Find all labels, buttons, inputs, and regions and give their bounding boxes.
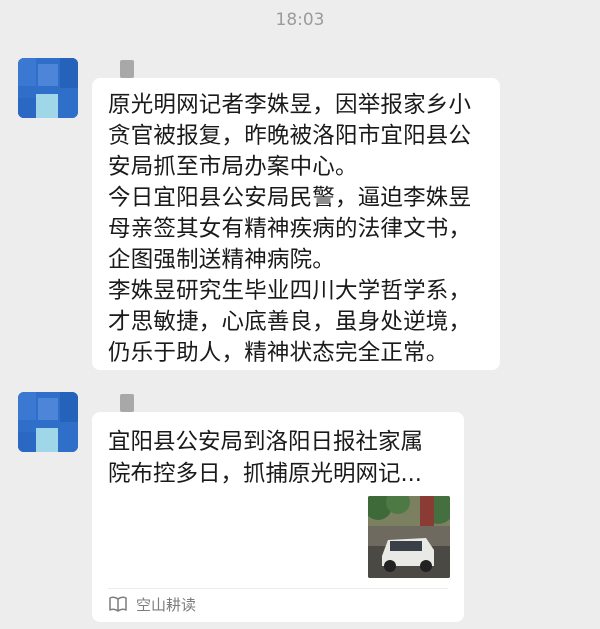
message-bubble-text[interactable]: 原光明网记者李姝昱，因举报家乡小贪官被报复，昨晚被洛阳市宜阳县公安局抓至市局办案… xyxy=(92,78,500,370)
link-card-thumbnail xyxy=(368,496,450,578)
sender-avatar[interactable] xyxy=(18,58,78,118)
message-paragraph-3: 李姝昱研究生毕业四川大学哲学系，才思敏捷，心底善良，虽身处逆境，仍乐于助人，精神… xyxy=(108,278,472,366)
link-card-source-label: 空山耕读 xyxy=(136,595,197,614)
link-card[interactable]: 宜阳县公安局到洛阳日报社家属院布控多日，抓捕原光明网记... 空山耕读 xyxy=(92,412,464,622)
book-open-icon xyxy=(108,595,128,613)
sender-name-redacted xyxy=(120,60,134,78)
message-paragraph-2: 今日宜阳县公安局民警，逼迫李姝昱母亲签其女有精神疾病的法律文书，企图强制送精神病… xyxy=(108,185,472,273)
chat-timestamp: 18:03 xyxy=(275,10,325,30)
sender-avatar[interactable] xyxy=(18,392,78,452)
message-paragraph-1: 原光明网记者李姝昱，因举报家乡小贪官被报复，昨晚被洛阳市宜阳县公安局抓至市局办案… xyxy=(108,92,472,180)
link-card-source[interactable]: 空山耕读 xyxy=(108,590,196,618)
link-card-divider xyxy=(108,588,448,589)
link-card-title: 宜阳县公安局到洛阳日报社家属院布控多日，抓捕原光明网记... xyxy=(108,429,424,487)
sender-name-redacted xyxy=(120,394,134,412)
